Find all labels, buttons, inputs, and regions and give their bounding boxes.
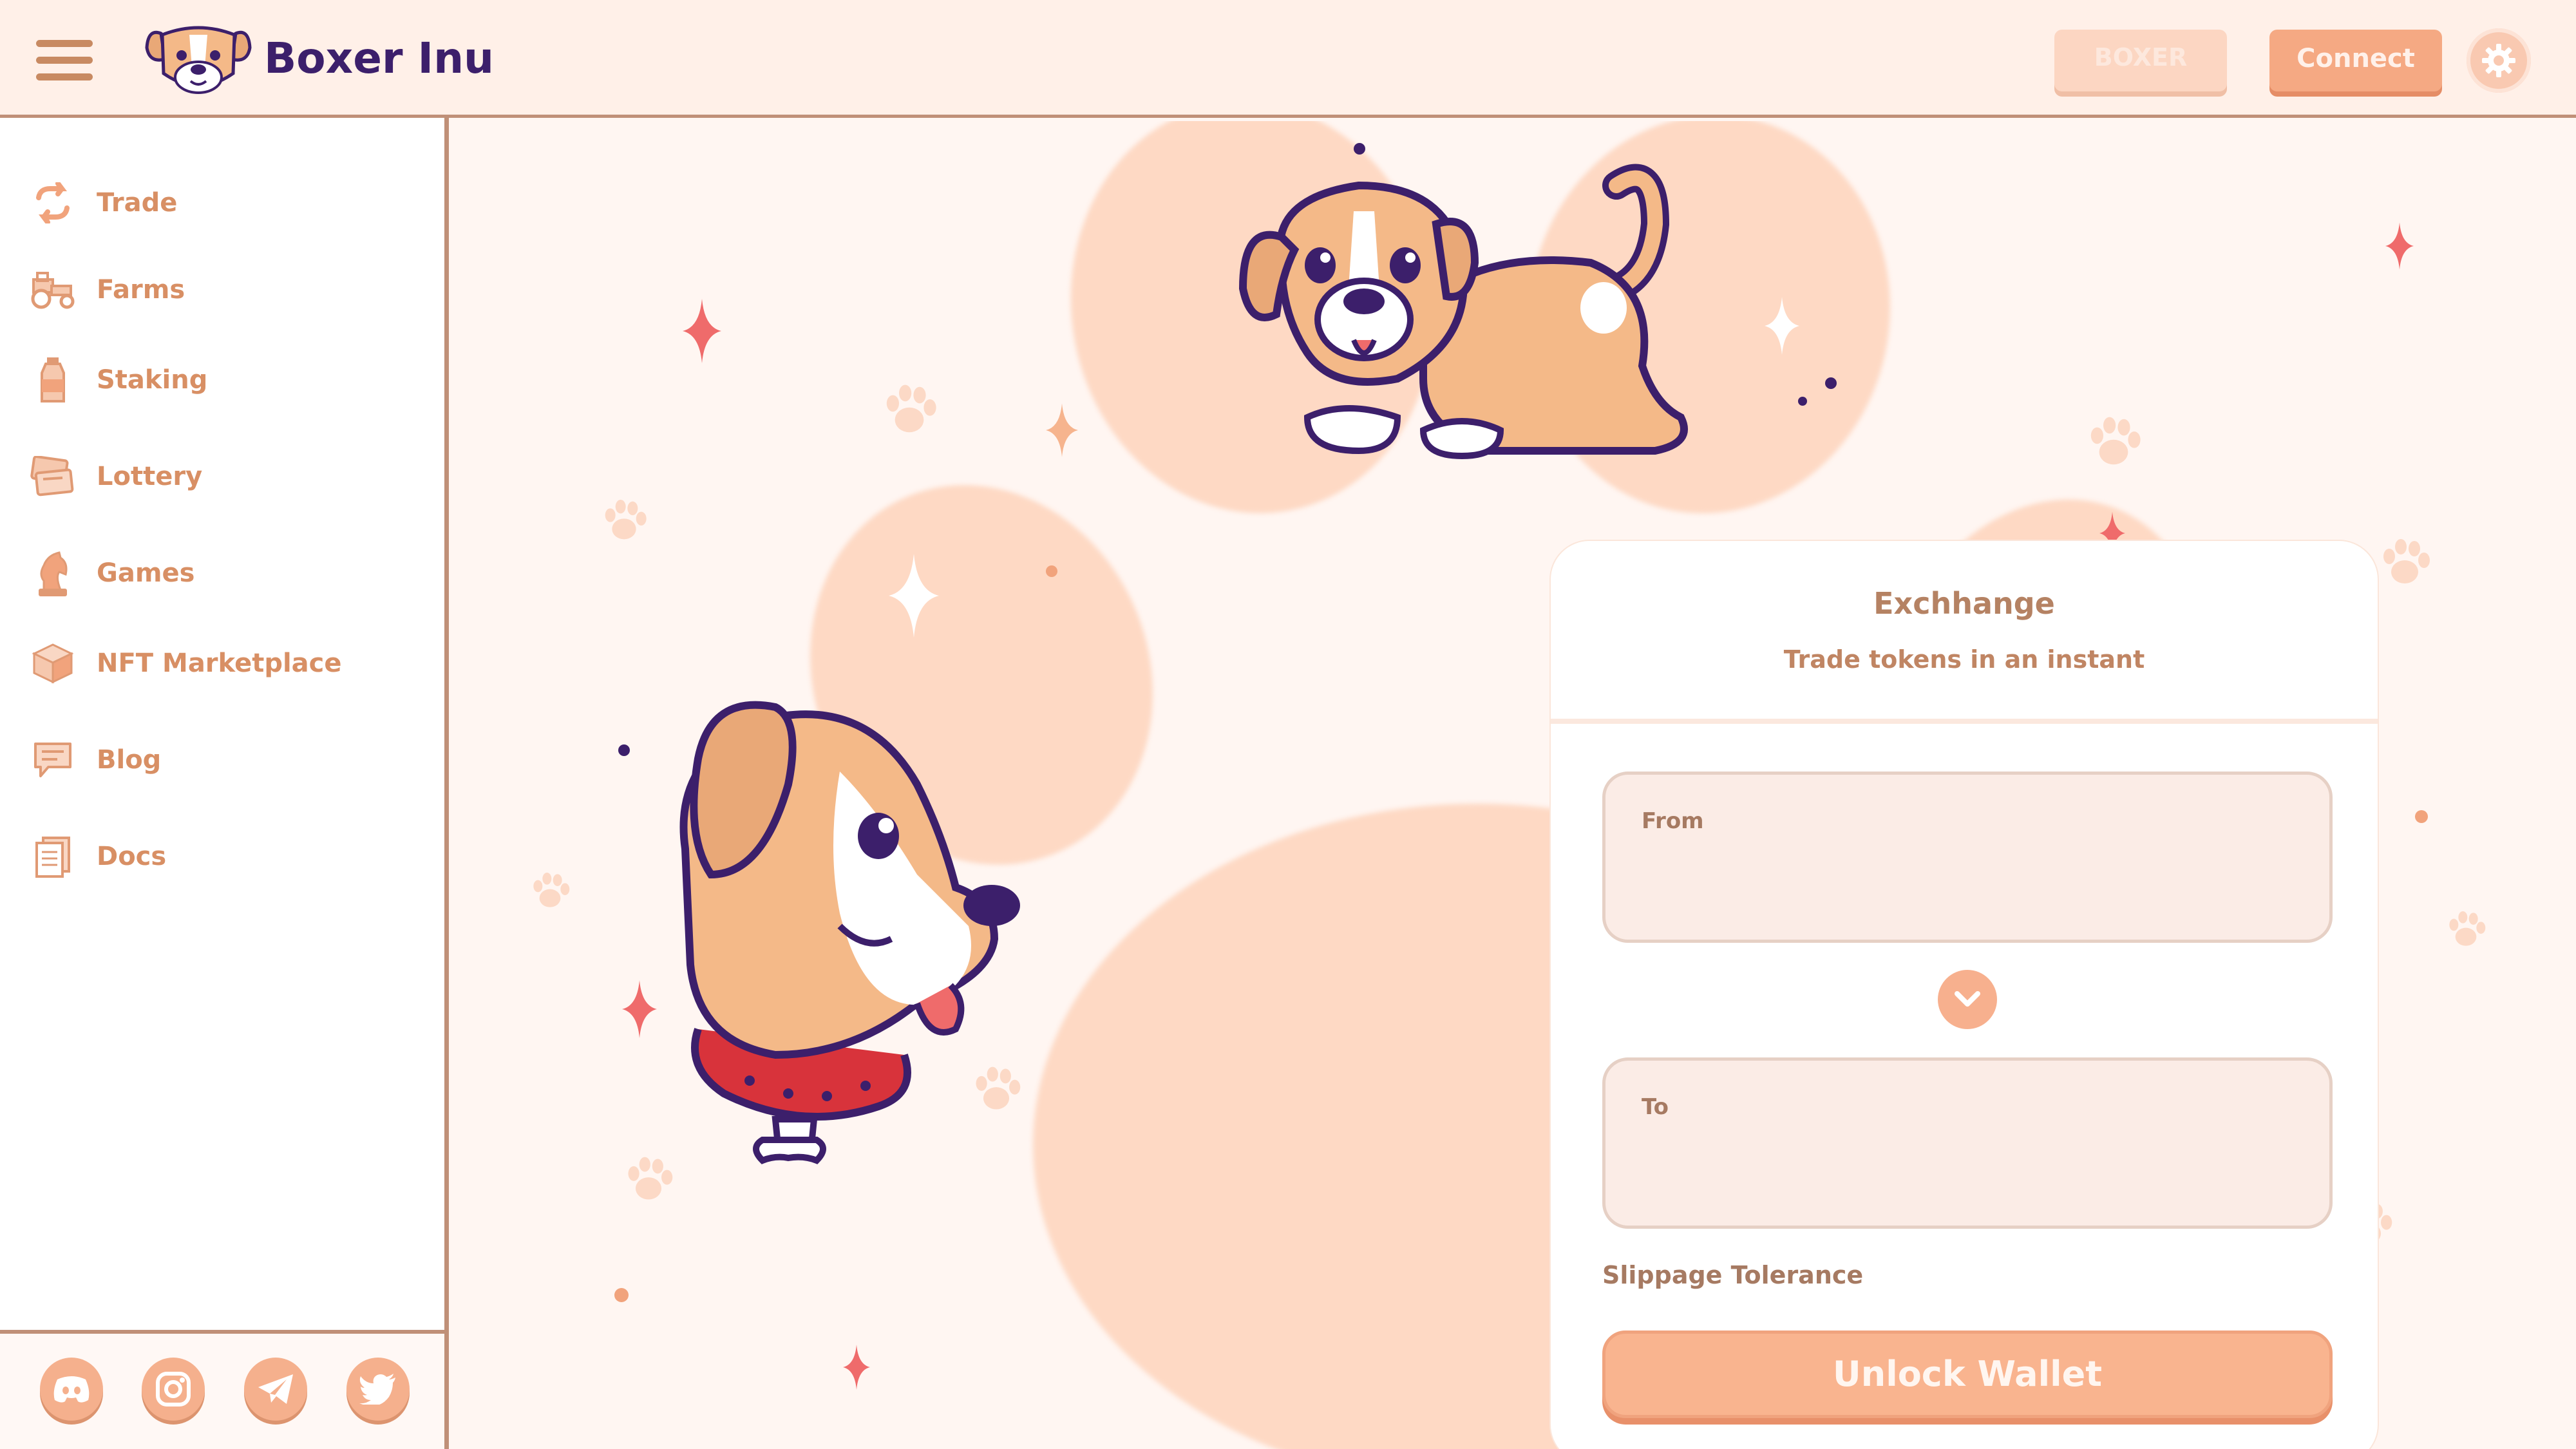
- sparkle-icon: [622, 980, 657, 1038]
- chat-bubble-icon: [28, 735, 77, 784]
- settings-button[interactable]: [2467, 28, 2531, 93]
- paw-print-icon: [605, 500, 647, 540]
- to-token-field[interactable]: To: [1602, 1057, 2333, 1229]
- main-content: Exchhange Trade tokens in an instant Fro…: [453, 121, 2576, 1449]
- exchange-subtitle: Trade tokens in an instant: [1783, 645, 2145, 674]
- cube-icon: [28, 639, 77, 688]
- sidebar-item-trade[interactable]: Trade: [28, 174, 177, 232]
- to-label: To: [1642, 1094, 1669, 1120]
- telegram-link[interactable]: [244, 1358, 307, 1421]
- sidebar-item-blog[interactable]: Blog: [28, 731, 161, 789]
- sidebar: Trade Farms Staking Lottery Games NFT Ma…: [0, 118, 449, 1449]
- top-bar: Boxer Inu BOXER Connect: [0, 0, 2576, 118]
- sparkle-icon: [1046, 403, 1078, 457]
- sidebar-item-label: Docs: [97, 842, 167, 871]
- sidebar-item-label: Trade: [97, 188, 178, 218]
- sidebar-item-label: Staking: [97, 365, 208, 395]
- sparkle-icon: [683, 299, 721, 363]
- telegram-icon: [258, 1374, 293, 1404]
- sidebar-item-nft-marketplace[interactable]: NFT Marketplace: [28, 634, 342, 692]
- sidebar-item-docs[interactable]: Docs: [28, 828, 166, 886]
- decor-dot: [2415, 810, 2428, 823]
- decor-dot: [614, 1288, 629, 1302]
- sidebar-item-staking[interactable]: Staking: [28, 351, 207, 409]
- boxer-logo[interactable]: [143, 22, 254, 97]
- boxer-token-button[interactable]: BOXER: [2054, 30, 2227, 91]
- sidebar-item-label: Lottery: [97, 462, 203, 491]
- paw-print-icon: [2383, 539, 2430, 583]
- dog-head-illustration: [679, 701, 1020, 1164]
- bottle-icon: [28, 355, 77, 404]
- documents-icon: [28, 832, 77, 881]
- from-token-field[interactable]: From: [1602, 772, 2333, 943]
- brand-name: Boxer Inu: [264, 33, 495, 83]
- sidebar-item-farms[interactable]: Farms: [28, 261, 185, 319]
- divider: [1551, 719, 2378, 724]
- sparkle-icon: [843, 1345, 870, 1390]
- exchange-card: Exchhange Trade tokens in an instant Fro…: [1551, 541, 2378, 1449]
- sidebar-item-label: Farms: [97, 275, 185, 305]
- exchange-title: Exchhange: [1873, 586, 2055, 621]
- paw-print-icon: [2090, 417, 2141, 465]
- slippage-tolerance-label: Slippage Tolerance: [1602, 1261, 1864, 1289]
- swap-direction-button[interactable]: [1938, 970, 1997, 1029]
- decor-dot: [1046, 565, 1057, 577]
- swap-arrows-icon: [28, 178, 77, 227]
- discord-link[interactable]: [40, 1358, 103, 1421]
- from-label: From: [1642, 808, 1704, 834]
- chess-knight-icon: [28, 549, 77, 598]
- discord-icon: [53, 1376, 90, 1403]
- paw-print-icon: [2449, 911, 2486, 946]
- decor-dot: [618, 744, 630, 756]
- tickets-icon: [28, 452, 77, 501]
- paw-print-icon: [533, 873, 570, 907]
- sidebar-item-lottery[interactable]: Lottery: [28, 448, 202, 506]
- instagram-icon: [156, 1372, 191, 1406]
- chevron-down-icon: [1955, 991, 1980, 1007]
- twitter-icon: [359, 1374, 395, 1405]
- sparkle-icon: [1765, 297, 1799, 355]
- instagram-link[interactable]: [142, 1358, 205, 1421]
- connect-button[interactable]: Connect: [2269, 30, 2442, 91]
- unlock-wallet-button[interactable]: Unlock Wallet: [1602, 1331, 2333, 1418]
- decor-dot: [1798, 397, 1807, 406]
- sidebar-item-label: Games: [97, 558, 195, 588]
- sidebar-item-label: NFT Marketplace: [97, 649, 342, 678]
- decor-dot: [1825, 377, 1837, 389]
- sidebar-item-games[interactable]: Games: [28, 544, 194, 602]
- tractor-icon: [28, 265, 77, 314]
- sparkle-icon: [889, 554, 939, 638]
- paw-print-icon: [886, 384, 936, 433]
- sidebar-item-label: Blog: [97, 745, 162, 775]
- lying-dog-illustration: [1238, 164, 1688, 460]
- twitter-link[interactable]: [346, 1358, 410, 1421]
- gear-icon: [2482, 44, 2515, 77]
- menu-icon[interactable]: [36, 40, 93, 81]
- sparkle-icon: [2385, 222, 2414, 270]
